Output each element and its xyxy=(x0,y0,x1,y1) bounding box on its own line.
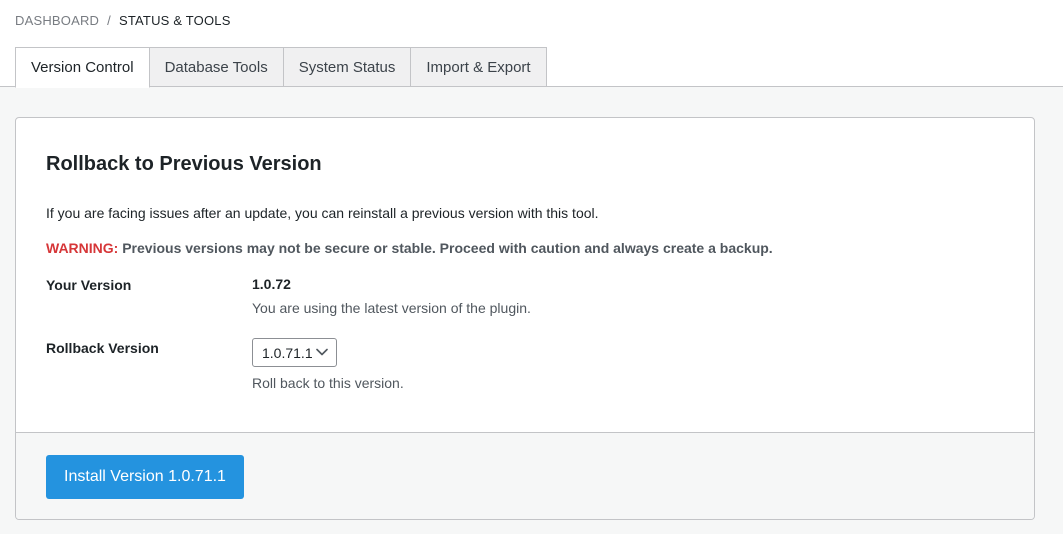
rollback-card: Rollback to Previous Version If you are … xyxy=(15,117,1035,520)
rollback-version-label: Rollback Version xyxy=(46,340,159,356)
breadcrumb-current: STATUS & TOOLS xyxy=(118,13,231,28)
warning-message: WARNING: Previous versions may not be se… xyxy=(46,240,773,256)
your-version-value: 1.0.72 xyxy=(252,276,291,292)
card-description: If you are facing issues after an update… xyxy=(46,205,599,221)
your-version-label: Your Version xyxy=(46,277,132,293)
breadcrumb-separator: / xyxy=(107,13,111,28)
card-footer: Install Version 1.0.71.1 xyxy=(16,432,1034,519)
breadcrumb-dashboard-link[interactable]: DASHBOARD xyxy=(15,13,99,28)
install-version-button[interactable]: Install Version 1.0.71.1 xyxy=(46,455,244,499)
your-version-help: You are using the latest version of the … xyxy=(252,300,531,316)
breadcrumb: DASHBOARD / STATUS & TOOLS xyxy=(15,13,231,28)
rollback-version-selected: 1.0.71.1 xyxy=(262,344,313,361)
header-area: DASHBOARD / STATUS & TOOLS Version Contr… xyxy=(0,0,1063,88)
warning-label: WARNING: xyxy=(46,240,119,256)
tab-system-status[interactable]: System Status xyxy=(283,47,412,87)
card-title: Rollback to Previous Version xyxy=(46,153,322,175)
chevron-down-icon xyxy=(316,348,328,356)
warning-text: Previous versions may not be secure or s… xyxy=(118,240,773,256)
tab-import-export[interactable]: Import & Export xyxy=(411,47,547,87)
tab-database-tools[interactable]: Database Tools xyxy=(149,47,284,87)
rollback-version-select[interactable]: 1.0.71.1 xyxy=(252,338,337,367)
tab-version-control[interactable]: Version Control xyxy=(15,47,150,88)
tab-bar: Version Control Database Tools System St… xyxy=(15,47,547,88)
rollback-version-help: Roll back to this version. xyxy=(252,375,404,391)
